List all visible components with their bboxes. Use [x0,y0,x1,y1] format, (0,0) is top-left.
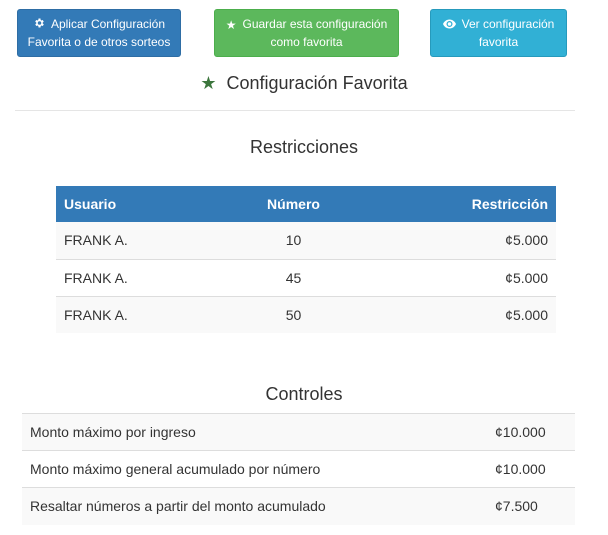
control-label: Monto máximo general acumulado por númer… [22,450,475,488]
control-value: ¢7.500 [475,487,575,525]
cell-number: 10 [226,222,361,259]
controls-table: Monto máximo por ingreso ¢10.000 Monto m… [22,413,575,525]
apply-button-label-line2: Favorita o de otros sorteos [27,34,171,49]
favorite-title-text: Configuración Favorita [226,73,408,93]
save-button-label-line2: como favorita [270,34,343,49]
cell-number: 45 [226,258,361,296]
control-value: ¢10.000 [475,450,575,488]
favorite-config-title: ★ Configuración Favorita [0,72,608,94]
header-restriction: Restricción [361,186,556,222]
view-button-label-line1: Ver configuración [461,16,555,31]
star-icon: ★ [225,17,237,32]
table-row: Monto máximo por ingreso ¢10.000 [22,413,575,451]
restrictions-table: Usuario Número Restricción FRANK A. 10 ¢… [56,186,556,333]
favorite-config-page: Aplicar Configuración Favorita o de otro… [0,0,608,535]
restrictions-header-row: Usuario Número Restricción [56,186,556,222]
table-row: FRANK A. 10 ¢5.000 [56,222,556,259]
header-number: Número [226,186,361,222]
cell-user: FRANK A. [56,222,226,259]
save-favorite-button[interactable]: ★ Guardar esta configuración como favorit… [214,9,399,57]
apply-config-button[interactable]: Aplicar Configuración Favorita o de otro… [17,9,181,57]
gear-icon [33,17,45,34]
cell-restriction: ¢5.000 [361,258,556,296]
control-label: Resaltar números a partir del monto acum… [22,487,475,525]
eye-icon [442,17,456,34]
controls-title: Controles [265,384,343,404]
cell-user: FRANK A. [56,295,226,333]
header-user: Usuario [56,186,226,222]
save-button-label-line1: Guardar esta configuración [242,16,388,31]
cell-restriction: ¢5.000 [361,222,556,259]
table-row: FRANK A. 50 ¢5.000 [56,295,556,333]
view-button-label-line2: favorita [478,34,519,49]
control-label: Monto máximo por ingreso [22,413,475,451]
view-favorite-button[interactable]: Ver configuración favorita [430,9,567,57]
cell-number: 50 [226,295,361,333]
cell-user: FRANK A. [56,258,226,296]
star-icon: ★ [200,73,217,93]
restrictions-title: Restricciones [249,137,359,157]
table-row: FRANK A. 45 ¢5.000 [56,258,556,296]
control-value: ¢10.000 [475,413,575,451]
divider [15,110,575,111]
apply-button-label-line1: Aplicar Configuración [50,16,166,31]
table-row: Monto máximo general acumulado por númer… [22,450,575,488]
cell-restriction: ¢5.000 [361,295,556,333]
table-row: Resaltar números a partir del monto acum… [22,487,575,525]
